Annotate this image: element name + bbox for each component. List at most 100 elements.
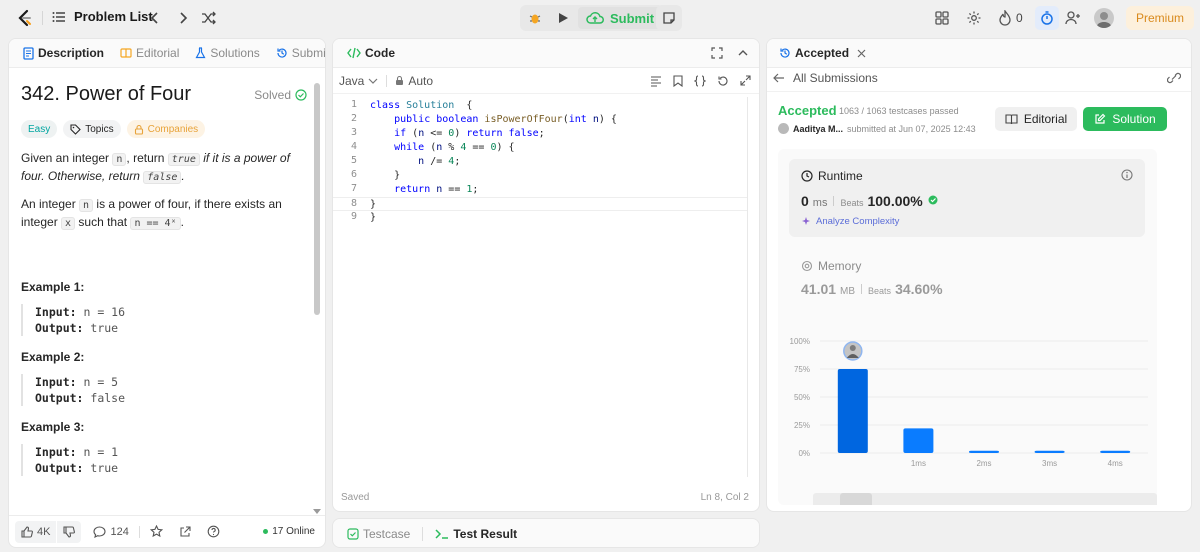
example-1: Example 1: Input: n = 16 Output: true [21,280,307,336]
help-button[interactable] [207,525,220,538]
share-button[interactable] [179,525,191,538]
tab-editorial[interactable]: Editorial [114,46,185,60]
dislike-button[interactable] [57,520,82,543]
braces-icon[interactable] [694,74,706,87]
online-count: 17 Online [272,526,315,537]
tab-test-result[interactable]: Test Result [429,527,523,541]
runtime-distribution-chart[interactable]: 100% 75% 50% 25% 0% 1ms 2ms 3ms 4ms [778,325,1157,475]
code-line[interactable]: 3 if (n <= 0) return false; [333,127,747,141]
info-icon[interactable] [1121,169,1133,181]
code-editor[interactable]: 1 class Solution {2 public boolean isPowe… [333,99,747,479]
leetcode-logo-icon[interactable] [16,9,34,27]
timer-button[interactable] [1035,6,1059,30]
input-label: Input: [35,375,77,389]
code-line[interactable]: 6 } [333,169,747,183]
streak-counter[interactable]: 0 [998,10,1023,26]
online-dot-icon [263,529,269,534]
code-line[interactable]: 4 while (n % 4 == 0) { [333,141,747,155]
top-bar: Problem List Submit 0 Premium [0,0,1200,36]
code-text: n /= 4; [418,156,461,167]
prev-problem-button[interactable] [148,10,162,26]
chart-bar[interactable] [903,428,934,453]
tab-testcase[interactable]: Testcase [341,527,416,541]
chart-bar[interactable] [837,369,868,453]
code-line[interactable]: 5 n /= 4; [333,155,747,169]
debug-button[interactable] [522,7,548,29]
list-icon [52,10,66,24]
tab-code[interactable]: Code [341,46,401,60]
output-label: Output: [35,391,84,405]
avatar[interactable] [1094,8,1114,28]
code-line[interactable]: 2 public boolean isPowerOfFour(int n) { [333,113,747,127]
code-line[interactable]: 1 class Solution { [333,99,747,113]
editorial-button[interactable]: Editorial [995,107,1077,131]
scroll-down-arrow[interactable] [313,509,321,514]
star-icon [149,525,163,538]
code-text: } [370,199,377,210]
tab-submissions[interactable]: Submissio [270,46,325,60]
tab-solutions[interactable]: Solutions [189,46,265,60]
code-line[interactable]: 8} [333,197,747,211]
x-tick-label: 3ms [1042,459,1057,468]
run-button[interactable] [550,7,576,29]
solution-button[interactable]: Solution [1083,107,1167,131]
chart-bar[interactable] [1034,450,1065,453]
test-panel: Testcase Test Result [332,518,760,548]
description-scrollbar[interactable] [314,83,320,315]
code-text: public boolean isPowerOfFour(int n) { [394,114,617,125]
add-friend-button[interactable] [1065,10,1081,26]
reset-icon[interactable] [717,75,729,87]
code-line[interactable]: 7 return n == 1; [333,183,747,197]
all-submissions-label: All Submissions [793,71,878,85]
topics-tag[interactable]: Topics [63,120,121,138]
submitter-row: Aaditya M... submitted at Jun 07, 2025 1… [778,123,976,134]
format-icon[interactable] [650,75,662,87]
like-button[interactable]: 4K [15,520,57,543]
inline-code: n == 4ˣ [130,217,181,230]
settings-button[interactable] [966,10,982,26]
auto-mode[interactable]: Auto [395,74,433,88]
chart-range-slider[interactable] [813,493,1157,505]
input-label: Input: [35,305,77,319]
copy-link-button[interactable] [1167,72,1181,84]
user-name[interactable]: Aaditya M... [793,124,843,134]
terminal-icon [435,528,449,540]
link-icon [1167,72,1181,84]
collapse-up-icon[interactable] [737,47,749,59]
testcases-passed: 1063 / 1063 testcases passed [839,106,959,116]
tab-accepted[interactable]: Accepted [773,46,872,60]
memory-value: 41.01 [801,281,837,297]
runtime-card[interactable]: Runtime 0 ms Beats 100.00% Analyze Compl… [789,159,1145,237]
history-icon [276,47,288,59]
all-submissions-link[interactable]: All Submissions [773,71,878,85]
chart-bar[interactable] [969,450,999,453]
memory-beats-label: Beats [868,286,892,296]
comments-button[interactable]: 124 [93,526,129,538]
problem-list-button[interactable]: Problem List [52,9,153,24]
close-icon[interactable] [857,49,866,58]
premium-button[interactable]: Premium [1126,6,1194,30]
submit-button[interactable]: Submit [578,7,663,29]
difficulty-badge[interactable]: Easy [21,120,58,138]
runtime-beats-pct: 100.00% [867,193,923,209]
analyze-complexity-link[interactable]: Analyze Complexity [801,216,899,227]
memory-section[interactable]: Memory 41.01 MB Beats 34.60% [789,255,1145,303]
random-problem-button[interactable] [201,10,217,26]
tab-description[interactable]: Description [17,46,110,60]
code-text: return n == 1; [394,184,479,195]
language-select[interactable]: Java [339,74,378,88]
chart-bar[interactable] [1100,450,1131,453]
notes-button[interactable] [656,5,682,31]
range-slider-handle[interactable] [840,493,872,505]
next-problem-button[interactable] [176,10,190,26]
inline-code: false [143,171,182,184]
description-panel: Description Editorial Solutions Submissi… [8,38,326,548]
favorite-button[interactable] [149,525,163,538]
bookmark-icon[interactable] [673,74,683,87]
expand-icon[interactable] [740,75,751,86]
layout-button[interactable] [934,10,950,26]
maximize-icon[interactable] [711,47,723,59]
online-indicator: 17 Online [263,526,315,537]
companies-tag[interactable]: Companies [126,120,206,138]
code-line[interactable]: 9} [333,211,747,225]
